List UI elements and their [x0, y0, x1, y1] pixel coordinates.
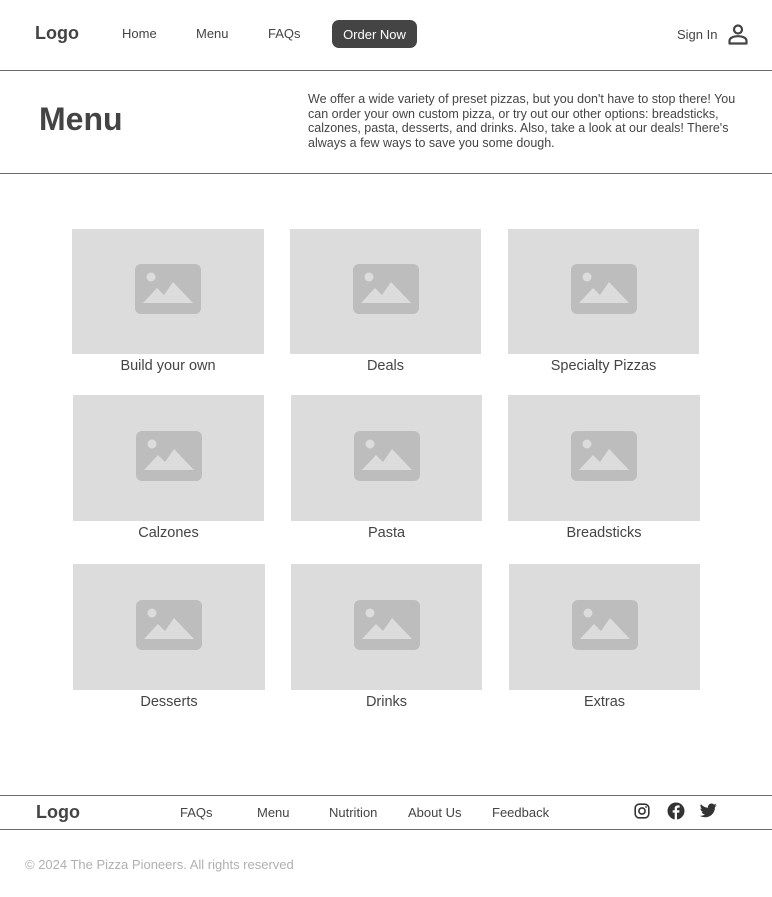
footer-link-feedback[interactable]: Feedback [492, 805, 549, 820]
menu-description: We offer a wide variety of preset pizzas… [308, 92, 736, 150]
category-label-calzones[interactable]: Calzones [73, 525, 264, 541]
category-label-deals[interactable]: Deals [290, 358, 481, 374]
category-label-breadsticks[interactable]: Breadsticks [508, 525, 700, 541]
footer-link-about-us[interactable]: About Us [408, 805, 461, 820]
twitter-icon[interactable] [699, 803, 717, 818]
category-card-calzones[interactable] [73, 395, 264, 521]
user-icon[interactable] [726, 22, 750, 46]
category-card-breadsticks[interactable] [508, 395, 700, 521]
image-placeholder-icon [571, 430, 637, 486]
nav-faqs[interactable]: FAQs [268, 26, 301, 41]
category-card-drinks[interactable] [291, 564, 482, 690]
category-card-build-your-own[interactable] [72, 229, 264, 354]
category-label-pasta[interactable]: Pasta [291, 525, 482, 541]
category-card-desserts[interactable] [73, 564, 265, 690]
category-card-pasta[interactable] [291, 395, 482, 521]
image-placeholder-icon [352, 264, 419, 319]
category-label-extras[interactable]: Extras [509, 694, 700, 710]
category-label-drinks[interactable]: Drinks [291, 694, 482, 710]
category-label-specialty-pizzas[interactable]: Specialty Pizzas [508, 358, 699, 374]
image-placeholder-icon [135, 430, 202, 486]
footer-top-divider [0, 795, 772, 796]
category-label-build-your-own[interactable]: Build your own [72, 358, 264, 374]
instagram-icon[interactable] [634, 803, 650, 819]
footer-link-faqs[interactable]: FAQs [180, 805, 213, 820]
category-card-extras[interactable] [509, 564, 700, 690]
facebook-icon[interactable] [667, 802, 685, 820]
footer-bottom-divider [0, 829, 772, 830]
sign-in-link[interactable]: Sign In [677, 27, 717, 42]
nav-menu[interactable]: Menu [196, 26, 229, 41]
image-placeholder-icon [136, 599, 202, 655]
image-placeholder-icon [571, 599, 638, 655]
page-title: Menu [39, 101, 123, 137]
order-now-button[interactable]: Order Now [332, 20, 417, 48]
image-placeholder-icon [353, 430, 420, 486]
image-placeholder-icon [353, 599, 420, 655]
category-label-desserts[interactable]: Desserts [73, 694, 265, 710]
header-logo[interactable]: Logo [35, 23, 79, 44]
hero-divider [0, 173, 772, 174]
category-card-specialty-pizzas[interactable] [508, 229, 699, 354]
image-placeholder-icon [570, 264, 637, 319]
image-placeholder-icon [135, 264, 201, 319]
category-card-deals[interactable] [290, 229, 481, 354]
footer-link-menu[interactable]: Menu [257, 805, 290, 820]
footer-link-nutrition[interactable]: Nutrition [329, 805, 377, 820]
nav-home[interactable]: Home [122, 26, 157, 41]
footer-logo[interactable]: Logo [36, 802, 80, 823]
header-divider [0, 70, 772, 71]
copyright-text: © 2024 The Pizza Pioneers. All rights re… [25, 857, 294, 872]
